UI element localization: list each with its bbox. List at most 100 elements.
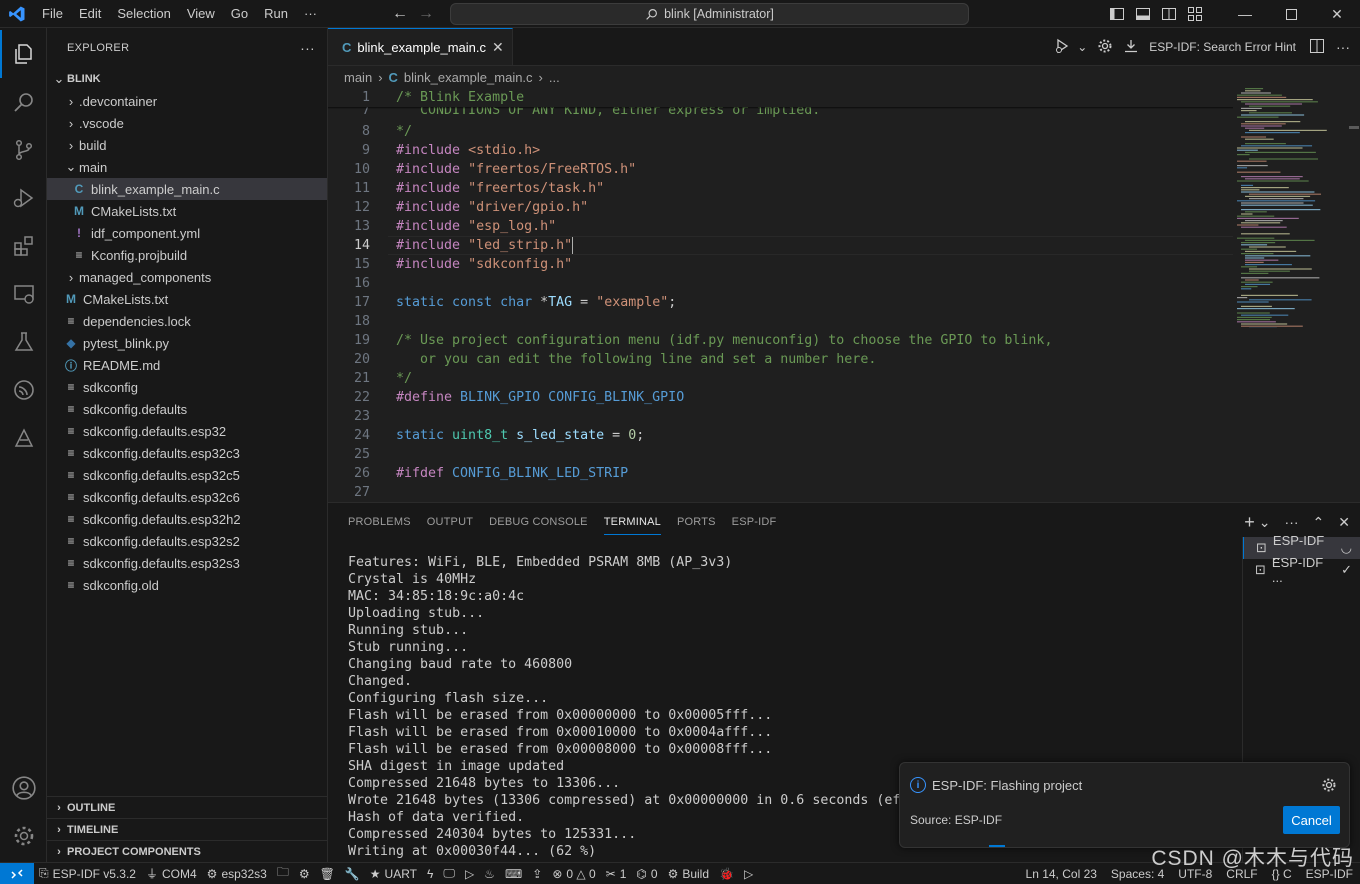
tree-item[interactable]: ≡ sdkconfig.defaults.esp32: [47, 420, 327, 442]
editor-tab-active[interactable]: C blink_example_main.c ✕: [328, 28, 513, 65]
explorer-icon[interactable]: [0, 30, 47, 78]
notification-settings-gear-icon[interactable]: [1321, 777, 1337, 796]
toggle-sidebar-icon[interactable]: [1104, 0, 1130, 28]
tree-item[interactable]: M CMakeLists.txt: [47, 200, 327, 222]
status-right-item[interactable]: Ln 14, Col 23: [1019, 863, 1104, 884]
tree-item[interactable]: ≡ sdkconfig.defaults.esp32s3: [47, 552, 327, 574]
cancel-button[interactable]: Cancel: [1283, 806, 1340, 834]
sidebar-section-header[interactable]: › OUTLINE: [47, 796, 328, 818]
status-item-monitor[interactable]: 🖵: [438, 863, 460, 884]
tree-item[interactable]: ≡ sdkconfig.defaults: [47, 398, 327, 420]
remote-explorer-icon[interactable]: [0, 270, 47, 318]
run-debug-icon[interactable]: [0, 174, 47, 222]
scrollbar-thumb[interactable]: [1349, 126, 1359, 129]
tree-item[interactable]: ≡ dependencies.lock: [47, 310, 327, 332]
tree-item[interactable]: ≡ sdkconfig.defaults.esp32s2: [47, 530, 327, 552]
more-actions-icon[interactable]: ···: [300, 40, 315, 56]
status-item-flame[interactable]: ♨: [479, 863, 500, 884]
split-editor-icon[interactable]: [1310, 38, 1324, 56]
status-item-ports[interactable]: ⌬ 0: [631, 863, 662, 884]
toggle-secondary-sidebar-icon[interactable]: [1156, 0, 1182, 28]
code-editor[interactable]: 1 /* Blink Example 7 CONDITIONS OF ANY KIN…: [328, 88, 1233, 502]
status-item-errors[interactable]: ⊗ 0 △ 0: [547, 863, 600, 884]
status-item-plug[interactable]: ⎘ ESP-IDF v5.3.2: [34, 863, 141, 884]
tree-item[interactable]: ◆ pytest_blink.py: [47, 332, 327, 354]
panel-tab[interactable]: ESP-IDF: [724, 503, 785, 541]
tree-item[interactable]: Cblink_example_main.c: [47, 178, 327, 200]
forward-arrow-icon[interactable]: →: [418, 5, 434, 23]
panel-tab[interactable]: OUTPUT: [419, 503, 481, 541]
status-item-chip[interactable]: ⚙ esp32s3: [202, 863, 272, 884]
status-item-star[interactable]: ★ UART: [365, 863, 422, 884]
toggle-panel-icon[interactable]: [1130, 0, 1156, 28]
tree-item[interactable]: ≡ sdkconfig.defaults.esp32c5: [47, 464, 327, 486]
tree-item[interactable]: ⓘ README.md: [47, 354, 327, 376]
maximize-panel-icon[interactable]: ⌃: [1313, 514, 1325, 531]
status-item-folder[interactable]: 🗀: [272, 863, 294, 884]
idf-tools-icon[interactable]: [0, 414, 47, 462]
close-window-button[interactable]: ✕: [1314, 0, 1360, 28]
menu-item[interactable]: ···: [296, 0, 325, 28]
status-item-gear[interactable]: ⚙: [294, 863, 315, 884]
menu-item[interactable]: Edit: [71, 0, 109, 28]
panel-more-icon[interactable]: ···: [1285, 514, 1299, 530]
close-tab-icon[interactable]: ✕: [492, 39, 504, 56]
tree-item[interactable]: ≡ sdkconfig.defaults.esp32c3: [47, 442, 327, 464]
close-panel-icon[interactable]: ✕: [1338, 514, 1350, 531]
status-item-play[interactable]: ▷: [739, 863, 758, 884]
workspace-root[interactable]: ⌄ BLINK: [47, 68, 327, 90]
terminal-instance[interactable]: ⊡ ESP-IDF ... ✓: [1243, 555, 1360, 585]
accounts-icon[interactable]: [0, 764, 47, 812]
editor-scrollbar[interactable]: [1346, 88, 1360, 502]
menu-item[interactable]: Selection: [109, 0, 178, 28]
status-item-tools[interactable]: ✂ 1: [601, 863, 632, 884]
menu-item[interactable]: File: [34, 0, 71, 28]
search-error-hint-button[interactable]: ESP-IDF: Search Error Hint: [1149, 40, 1296, 54]
new-terminal-icon[interactable]: +: [1244, 512, 1255, 533]
tree-item[interactable]: › .devcontainer: [47, 90, 327, 112]
sidebar-section-header[interactable]: › PROJECT COMPONENTS: [47, 840, 328, 862]
flash-download-icon[interactable]: [1123, 38, 1139, 57]
tree-item[interactable]: ⌄ main: [47, 156, 327, 178]
settings-gear-icon[interactable]: [1097, 38, 1113, 57]
extensions-icon[interactable]: [0, 222, 47, 270]
tree-item[interactable]: M CMakeLists.txt: [47, 288, 327, 310]
panel-tab[interactable]: TERMINAL: [596, 503, 669, 541]
tree-item[interactable]: › .vscode: [47, 112, 327, 134]
status-item-terminal[interactable]: ⌨: [500, 863, 527, 884]
breadcrumb-symbol[interactable]: ...: [549, 70, 560, 85]
tree-item[interactable]: ≡ Kconfig.projbuild: [47, 244, 327, 266]
status-item-upload[interactable]: ⇪: [527, 863, 547, 884]
panel-tab[interactable]: DEBUG CONSOLE: [481, 503, 596, 541]
remote-indicator-icon[interactable]: [0, 862, 34, 884]
minimap[interactable]: [1233, 88, 1343, 328]
back-arrow-icon[interactable]: ←: [392, 5, 408, 23]
manage-gear-icon[interactable]: [0, 812, 47, 860]
tree-item[interactable]: › build: [47, 134, 327, 156]
minimize-button[interactable]: —: [1222, 0, 1268, 28]
status-item-bug[interactable]: 🐞: [714, 863, 739, 884]
status-item-port[interactable]: ⏚ COM4: [141, 863, 202, 884]
breadcrumb-folder[interactable]: main: [344, 70, 372, 85]
command-center[interactable]: blink [Administrator]: [450, 3, 969, 25]
panel-tab[interactable]: PROBLEMS: [340, 503, 419, 541]
maximize-button[interactable]: [1268, 0, 1314, 28]
tree-item[interactable]: ! idf_component.yml: [47, 222, 327, 244]
status-item-bolt[interactable]: ϟ: [422, 863, 438, 884]
status-item-build[interactable]: ⚙ Build: [663, 863, 714, 884]
customize-layout-icon[interactable]: [1182, 0, 1208, 28]
editor-more-icon[interactable]: ···: [1336, 39, 1350, 55]
status-item-debug[interactable]: ▷: [460, 863, 479, 884]
search-icon[interactable]: [0, 78, 47, 126]
panel-tab[interactable]: PORTS: [669, 503, 724, 541]
sidebar-section-header[interactable]: › TIMELINE: [47, 818, 328, 840]
terminal-output[interactable]: Features: WiFi, BLE, Embedded PSRAM 8MB …: [348, 554, 980, 860]
breadcrumb-file[interactable]: blink_example_main.c: [404, 70, 533, 85]
espressif-icon[interactable]: [0, 366, 47, 414]
chevron-down-icon[interactable]: ⌄: [1077, 40, 1087, 54]
menu-item[interactable]: View: [179, 0, 223, 28]
tree-item[interactable]: ≡ sdkconfig.old: [47, 574, 327, 596]
status-item-wrench[interactable]: 🔧: [340, 863, 365, 884]
tree-item[interactable]: ≡ sdkconfig: [47, 376, 327, 398]
status-item-trash[interactable]: 🗑: [315, 863, 340, 884]
